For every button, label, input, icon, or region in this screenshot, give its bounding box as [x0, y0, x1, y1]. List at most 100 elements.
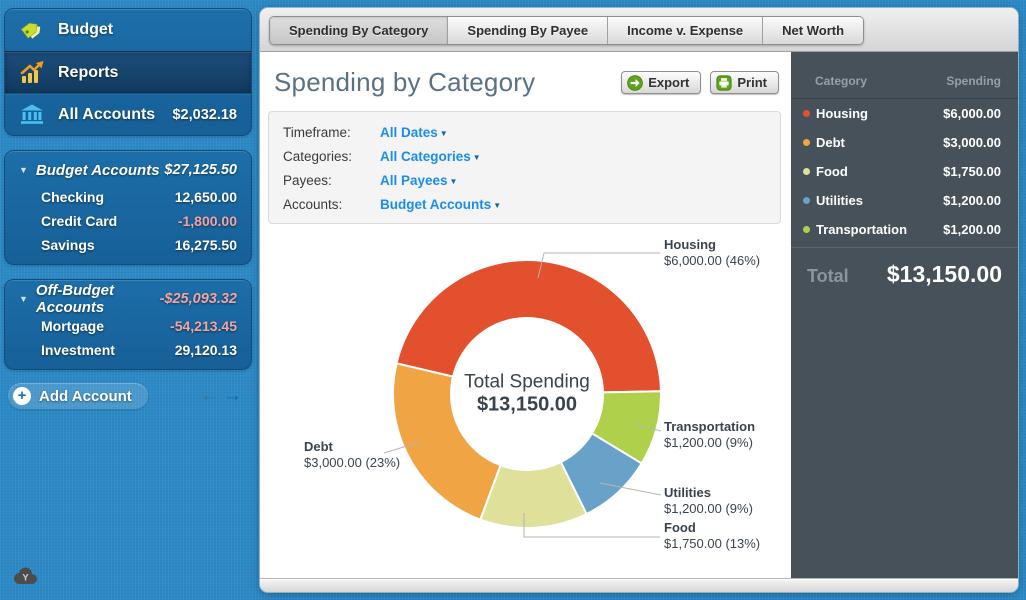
main-window: Spending By Category Spending By Payee I… [260, 8, 1018, 592]
report-header: Spending by Category Export [274, 67, 779, 98]
category-color-dot [803, 139, 810, 146]
group-total: $27,125.50 [164, 162, 237, 178]
spending-column-header: Spending [946, 74, 1001, 88]
table-row-debt[interactable]: Debt $3,000.00 [791, 128, 1018, 157]
account-name: Investment [41, 342, 175, 358]
sidebar-footer: + Add Account ← → [4, 383, 252, 409]
chart-icon [19, 60, 45, 86]
category-spending: $1,200.00 [943, 222, 1001, 237]
sidebar-item-label: Reports [58, 64, 237, 82]
add-account-button[interactable]: + Add Account [8, 383, 148, 409]
account-row-mortgage[interactable]: Mortgage -54,213.45 [5, 314, 251, 338]
account-row-credit-card[interactable]: Credit Card -1,800.00 [5, 209, 251, 233]
filter-timeframe: Timeframe: All Dates▼ [283, 120, 780, 144]
account-name: Checking [41, 189, 175, 205]
report-filters: Timeframe: All Dates▼ Categories: All Ca… [268, 111, 781, 224]
total-label: Total [807, 266, 849, 287]
category-color-dot [803, 197, 810, 204]
bank-icon [19, 102, 45, 128]
category-summary-panel: Category Spending Housing $6,000.00 Debt… [791, 52, 1018, 578]
slice-label-food: Food$1,750.00 (13%) [664, 520, 760, 551]
filter-payees: Payees: All Payees▼ [283, 168, 780, 192]
print-label: Print [737, 75, 767, 90]
category-spending: $1,750.00 [943, 164, 1001, 179]
export-label: Export [648, 75, 689, 90]
summary-total-row: Total $13,150.00 [791, 247, 1018, 288]
table-row-utilities[interactable]: Utilities $1,200.00 [791, 186, 1018, 215]
categories-dropdown[interactable]: All Categories▼ [380, 149, 481, 164]
category-name: Housing [816, 106, 868, 121]
table-row-transportation[interactable]: Transportation $1,200.00 [791, 215, 1018, 244]
report-content: Spending by Category Export [260, 52, 791, 578]
timeframe-dropdown[interactable]: All Dates▼ [380, 125, 448, 140]
tab-net-worth[interactable]: Net Worth [762, 17, 863, 44]
collapse-caret-icon[interactable]: ▼ [19, 165, 28, 175]
slice-label-utilities: Utilities$1,200.00 (9%) [664, 485, 753, 516]
tab-spending-by-category[interactable]: Spending By Category [270, 17, 447, 44]
filter-label: Payees: [283, 173, 380, 188]
group-title: Budget Accounts [36, 162, 165, 179]
printer-icon [716, 75, 732, 91]
plus-icon: + [13, 387, 31, 405]
summary-table-header: Category Spending [791, 74, 1018, 99]
account-row-savings[interactable]: Savings 16,275.50 [5, 233, 251, 257]
sidebar-item-label: All Accounts [58, 106, 159, 124]
chevron-down-icon: ▼ [493, 201, 501, 210]
chevron-down-icon: ▼ [473, 153, 481, 162]
donut-center-label: Total Spending $13,150.00 [464, 372, 590, 417]
account-row-checking[interactable]: Checking 12,650.00 [5, 185, 251, 209]
category-color-dot [803, 226, 810, 233]
tab-spending-by-payee[interactable]: Spending By Payee [447, 17, 607, 44]
add-account-label: Add Account [39, 388, 132, 405]
group-total: -$25,093.32 [160, 291, 237, 307]
slice-label-housing: Housing$6,000.00 (46%) [664, 237, 760, 268]
donut-chart: Total Spending $13,150.00 Housing$6,000.… [260, 230, 791, 566]
category-name: Transportation [816, 222, 907, 237]
account-name: Credit Card [41, 213, 178, 229]
sidebar-item-budget[interactable]: Budget [5, 9, 251, 51]
account-name: Mortgage [41, 318, 170, 334]
off-budget-accounts-header[interactable]: ▼ Off-Budget Accounts -$25,093.32 [5, 284, 251, 314]
accounts-dropdown[interactable]: Budget Accounts▼ [380, 197, 501, 212]
table-row-food[interactable]: Food $1,750.00 [791, 157, 1018, 186]
budget-accounts-header[interactable]: ▼ Budget Accounts $27,125.50 [5, 155, 251, 185]
collapse-left-arrow-icon[interactable]: ← [200, 385, 219, 407]
payees-dropdown[interactable]: All Payees▼ [380, 173, 457, 188]
collapse-caret-icon[interactable]: ▼ [19, 294, 28, 304]
main-nav-panel: Budget Reports [4, 8, 252, 136]
report-actions: Export Print [621, 71, 779, 94]
filter-label: Categories: [283, 149, 380, 164]
filter-categories: Categories: All Categories▼ [283, 144, 780, 168]
sidebar-item-all-accounts[interactable]: All Accounts $2,032.18 [5, 93, 251, 135]
sidebar-resize-arrows: ← → [200, 385, 242, 407]
slice-label-debt: Debt$3,000.00 (23%) [304, 439, 400, 470]
status-bar [260, 578, 1018, 592]
filter-label: Accounts: [283, 197, 380, 212]
cloud-sync-icon[interactable]: Y [12, 566, 39, 590]
account-balance: 12,650.00 [175, 189, 237, 205]
filter-accounts: Accounts: Budget Accounts▼ [283, 192, 780, 216]
print-button[interactable]: Print [710, 71, 779, 94]
export-button[interactable]: Export [621, 71, 701, 94]
sidebar-item-label: Budget [58, 21, 237, 39]
account-row-investment[interactable]: Investment 29,120.13 [5, 338, 251, 362]
slice-label-transportation: Transportation$1,200.00 (9%) [664, 419, 755, 450]
page-title: Spending by Category [274, 67, 535, 98]
total-value: $13,150.00 [887, 261, 1002, 288]
sidebar: Budget Reports [4, 8, 252, 409]
table-row-housing[interactable]: Housing $6,000.00 [791, 99, 1018, 128]
svg-text:Y: Y [22, 573, 29, 584]
sidebar-item-reports[interactable]: Reports [5, 51, 251, 93]
account-balance: -54,213.45 [170, 318, 237, 334]
category-name: Debt [816, 135, 845, 150]
budget-app: Budget Reports [0, 0, 1026, 600]
expand-right-arrow-icon[interactable]: → [223, 385, 242, 407]
tab-income-v-expense[interactable]: Income v. Expense [607, 17, 762, 44]
report-tabstrip: Spending By Category Spending By Payee I… [260, 8, 1018, 52]
category-column-header: Category [815, 74, 867, 88]
category-name: Utilities [816, 193, 863, 208]
summary-table-rows: Housing $6,000.00 Debt $3,000.00 Food $1… [791, 99, 1018, 248]
window-body: Spending by Category Export [260, 52, 1018, 578]
account-balance: 16,275.50 [175, 237, 237, 253]
report-tabs: Spending By Category Spending By Payee I… [269, 16, 864, 45]
